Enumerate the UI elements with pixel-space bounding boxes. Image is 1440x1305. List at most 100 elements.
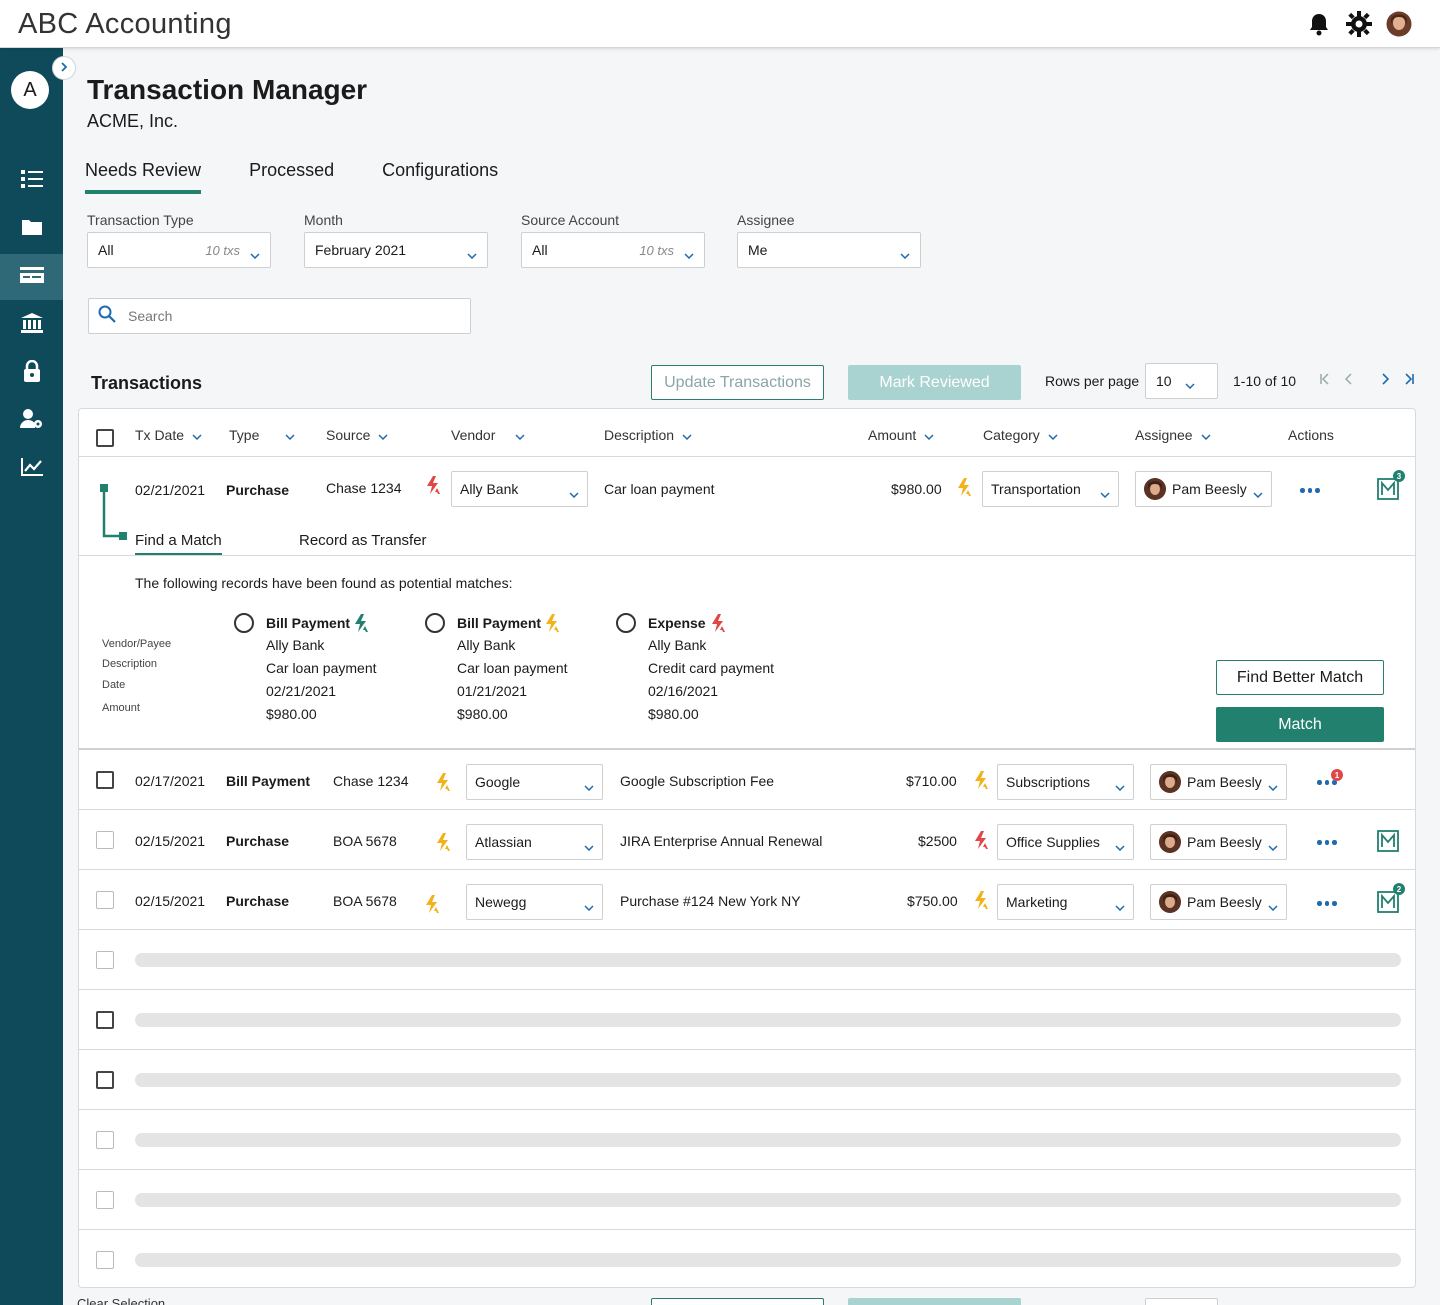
first-page-icon[interactable] (1319, 372, 1331, 390)
match-radio[interactable] (425, 613, 445, 633)
assignee-select[interactable]: Pam Beesly (1135, 471, 1272, 507)
sidebar-item-security[interactable] (0, 350, 63, 396)
gear-icon[interactable] (1346, 11, 1372, 37)
select-all-checkbox[interactable] (96, 429, 114, 447)
vendor-select[interactable]: Newegg (466, 884, 603, 920)
table-row: 02/15/2021 Purchase BOA 5678 Atlassian J… (79, 810, 1415, 870)
sidebar-item-reports[interactable] (0, 446, 63, 492)
checklist-icon (20, 169, 43, 193)
assignee-select[interactable]: Pam Beesly (1150, 884, 1287, 920)
row-checkbox[interactable] (96, 1011, 114, 1029)
sidebar-item-folder[interactable] (0, 206, 63, 252)
category-select[interactable]: Office Supplies (997, 824, 1134, 860)
bolt-yellow-icon (434, 832, 454, 857)
update-transactions-button[interactable]: Update Transactions (651, 365, 824, 400)
tab-needs-review[interactable]: Needs Review (85, 160, 202, 194)
match-button[interactable]: Match (1216, 707, 1384, 742)
tab-record-as-transfer[interactable]: Record as Transfer (299, 532, 427, 549)
chevron-down-icon (684, 246, 694, 262)
more-actions-icon[interactable] (1317, 840, 1337, 845)
sidebar-item-user-settings[interactable] (0, 398, 63, 444)
more-actions-icon[interactable] (1317, 780, 1337, 785)
select-value: Pam Beesly (1172, 481, 1247, 497)
row-checkbox[interactable] (96, 1071, 114, 1089)
sidebar-item-bank[interactable] (0, 302, 63, 348)
chevron-down-icon (1268, 898, 1278, 914)
sidebar-expand-toggle[interactable] (52, 56, 76, 80)
divider (79, 555, 1415, 556)
row-checkbox[interactable] (96, 1191, 114, 1209)
header-vendor[interactable]: Vendor (451, 427, 525, 443)
search-input[interactable]: Search (88, 298, 471, 334)
tx-date: 02/17/2021 (135, 773, 206, 789)
tab-find-a-match[interactable]: Find a Match (135, 532, 222, 556)
more-actions-icon[interactable] (1300, 488, 1320, 493)
filter-label: Transaction Type (87, 212, 194, 228)
find-better-match-button[interactable]: Find Better Match (1216, 660, 1384, 695)
row-checkbox[interactable] (96, 1251, 114, 1269)
category-select[interactable]: Subscriptions (997, 764, 1134, 800)
chevron-down-icon (1115, 838, 1125, 854)
select-value: Office Supplies (1006, 834, 1100, 850)
bottom-update-button[interactable] (651, 1298, 824, 1305)
transaction-type-select[interactable]: All 10 txs (87, 232, 271, 268)
sidebar-item-checklist[interactable] (0, 158, 63, 204)
memo-icon[interactable] (1377, 830, 1399, 852)
assignee-select[interactable]: Pam Beesly (1150, 824, 1287, 860)
vendor-select[interactable]: Ally Bank (451, 471, 588, 507)
assignee-select[interactable]: Me (737, 232, 921, 268)
row-checkbox[interactable] (96, 831, 114, 849)
app-title: ABC Accounting (18, 8, 232, 40)
table-row-loading (79, 930, 1415, 990)
company-name: ACME, Inc. (87, 111, 179, 131)
user-avatar[interactable] (1386, 11, 1412, 37)
rows-per-page-select[interactable]: 10 (1145, 363, 1218, 399)
header-type[interactable]: Type (229, 427, 295, 443)
row-checkbox[interactable] (96, 951, 114, 969)
bottom-rows-select[interactable] (1145, 1298, 1218, 1305)
mark-reviewed-button[interactable]: Mark Reviewed (848, 365, 1021, 400)
main-content: Transaction Manager ACME, Inc. Needs Rev… (63, 48, 1440, 1305)
header-source[interactable]: Source (326, 427, 388, 443)
header-tx-date[interactable]: Tx Date (135, 427, 202, 443)
folder-icon (21, 218, 43, 241)
header-label: Amount (868, 427, 917, 443)
chevron-down-icon (378, 427, 388, 443)
sidebar-item-transactions[interactable] (0, 254, 63, 300)
row-checkbox[interactable] (96, 891, 114, 909)
chevron-down-icon (285, 427, 295, 443)
assignee-select[interactable]: Pam Beesly (1150, 764, 1287, 800)
next-page-icon[interactable] (1379, 372, 1391, 390)
category-select[interactable]: Marketing (997, 884, 1134, 920)
header-amount[interactable]: Amount (868, 427, 934, 443)
match-radio[interactable] (616, 613, 636, 633)
row-checkbox[interactable] (96, 771, 114, 789)
source-account-select[interactable]: All 10 txs (521, 232, 705, 268)
month-select[interactable]: February 2021 (304, 232, 488, 268)
assignee-avatar (1159, 771, 1181, 793)
sidebar-user-avatar[interactable]: A (11, 71, 49, 109)
clear-selection-link[interactable]: Clear Selection (77, 1296, 165, 1305)
header-description[interactable]: Description (604, 427, 692, 443)
category-select[interactable]: Transportation (982, 471, 1119, 507)
more-actions-icon[interactable] (1317, 901, 1337, 906)
bolt-yellow-icon (434, 772, 454, 797)
last-page-icon[interactable] (1403, 372, 1415, 390)
vendor-select[interactable]: Atlassian (466, 824, 603, 860)
tab-configurations[interactable]: Configurations (382, 160, 498, 190)
match-vendor: Ally Bank (457, 637, 516, 653)
tab-processed[interactable]: Processed (249, 160, 334, 190)
select-value: All (532, 242, 548, 258)
bolt-yellow-icon (543, 613, 563, 638)
prev-page-icon[interactable] (1343, 372, 1355, 390)
match-date: 01/21/2021 (457, 683, 528, 699)
bottom-mark-reviewed-button[interactable] (848, 1298, 1021, 1305)
header-label: Tx Date (135, 427, 185, 443)
bell-icon[interactable] (1306, 11, 1332, 37)
match-radio[interactable] (234, 613, 254, 633)
header-assignee[interactable]: Assignee (1135, 427, 1211, 443)
vendor-select[interactable]: Google (466, 764, 603, 800)
header-category[interactable]: Category (983, 427, 1058, 443)
row-checkbox[interactable] (96, 1131, 114, 1149)
tx-description: Car loan payment (604, 481, 715, 497)
